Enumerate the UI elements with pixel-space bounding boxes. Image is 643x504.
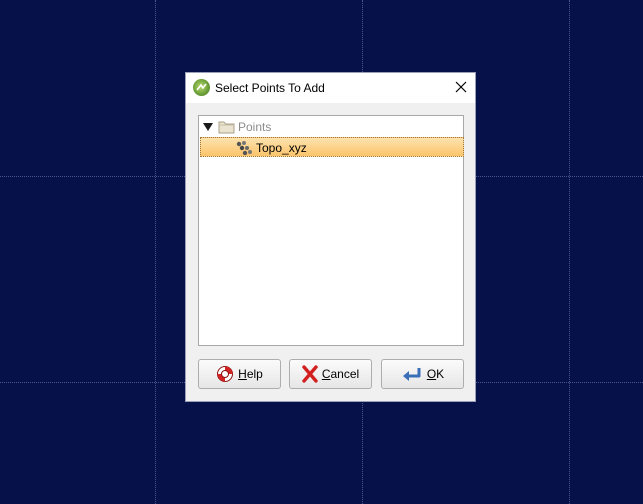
- close-icon: [455, 81, 467, 93]
- grid-line-vertical: [155, 0, 156, 504]
- triangle-down-icon[interactable]: [202, 122, 214, 132]
- ok-button-label: OK: [426, 367, 445, 381]
- tree-node-points[interactable]: Points: [199, 117, 463, 137]
- tree-node-label: Points: [238, 120, 272, 134]
- close-button[interactable]: [453, 79, 469, 95]
- help-button[interactable]: Help: [198, 359, 281, 389]
- app-logo-icon: [193, 79, 210, 96]
- points-tree[interactable]: Points Topo_xyz: [198, 115, 464, 346]
- tree-node-topo-xyz[interactable]: Topo_xyz: [200, 137, 464, 157]
- return-arrow-icon: [402, 368, 421, 381]
- select-points-dialog: Select Points To Add Points Topo_xyz Hel…: [185, 72, 476, 402]
- folder-icon: [218, 121, 235, 134]
- dialog-titlebar[interactable]: Select Points To Add: [186, 73, 475, 103]
- grid-line-vertical: [569, 0, 570, 504]
- help-button-label: Help: [238, 367, 263, 381]
- red-x-icon: [302, 365, 318, 383]
- lifebuoy-icon: [217, 366, 234, 382]
- ok-button[interactable]: OK: [381, 359, 464, 389]
- dialog-title: Select Points To Add: [215, 81, 325, 95]
- tree-node-label: Topo_xyz: [256, 141, 307, 155]
- cancel-button-label: Cancel: [321, 367, 360, 381]
- point-set-icon: [236, 141, 252, 156]
- cancel-button[interactable]: Cancel: [289, 359, 372, 389]
